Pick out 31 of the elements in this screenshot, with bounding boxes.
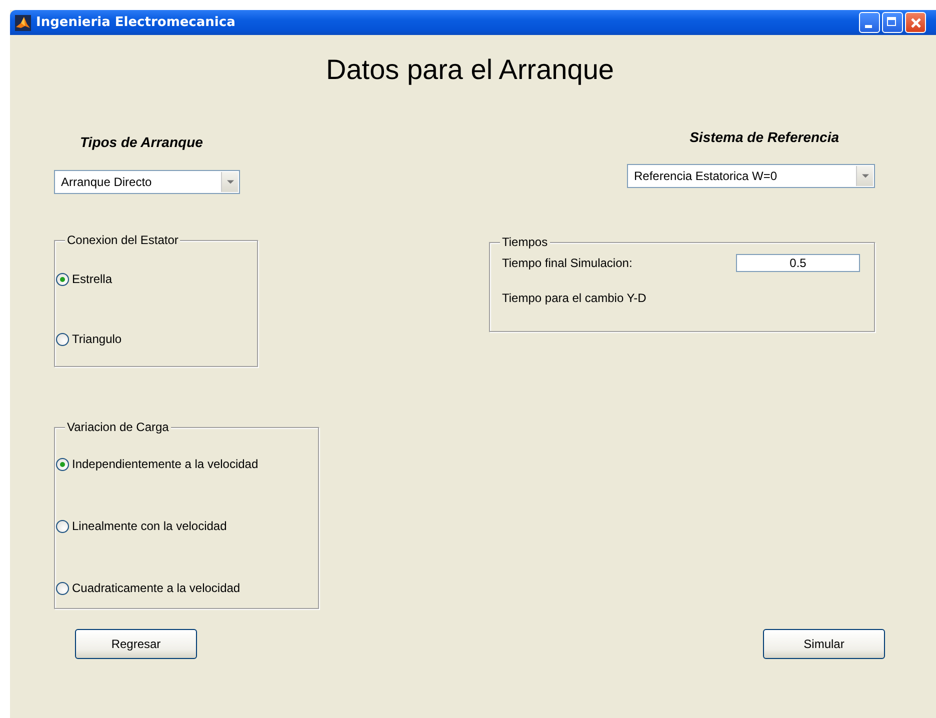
push-button[interactable]: Regresar bbox=[75, 629, 197, 659]
section-label: Tipos de Arranque bbox=[80, 133, 203, 152]
radio-option[interactable]: Estrella bbox=[55, 269, 112, 289]
minimize-button[interactable] bbox=[859, 12, 880, 33]
app-icon bbox=[15, 14, 31, 30]
input-field[interactable]: 0.5 bbox=[736, 254, 860, 272]
maximize-button[interactable] bbox=[882, 12, 903, 33]
radio-button-icon[interactable] bbox=[56, 272, 69, 286]
group-legend: Tiempos bbox=[500, 235, 550, 249]
group-legend: Variacion de Carga bbox=[65, 420, 171, 434]
section-label: Sistema de Referencia bbox=[690, 128, 839, 147]
radio-option[interactable]: Independientemente a la velocidad bbox=[55, 454, 258, 474]
dropdown-arrow-icon bbox=[862, 174, 868, 178]
radio-option[interactable]: Linealmente con la velocidad bbox=[55, 516, 227, 536]
window-title: Ingenieria Electromecanica bbox=[36, 15, 236, 30]
reference-dropdown[interactable]: Referencia Estatorica W=0 bbox=[627, 164, 875, 188]
dropdown-arrow-icon bbox=[226, 180, 234, 184]
close-icon bbox=[910, 16, 922, 28]
close-button[interactable] bbox=[905, 12, 926, 33]
start-type-dropdown[interactable]: Arranque Directo bbox=[54, 170, 240, 194]
radio-option[interactable]: Cuadraticamente a la velocidad bbox=[55, 578, 240, 598]
field-label: Tiempo para el cambio Y-D bbox=[502, 291, 646, 305]
radio-button-icon[interactable] bbox=[56, 458, 69, 470]
radio-button-icon[interactable] bbox=[56, 332, 69, 346]
group-legend: Conexion del Estator bbox=[65, 233, 180, 247]
page-heading: Datos para el Arranque bbox=[325, 53, 615, 87]
field-label: Tiempo final Simulacion: bbox=[502, 256, 632, 270]
push-button[interactable]: Simular bbox=[763, 629, 885, 659]
radio-button-icon[interactable] bbox=[56, 520, 69, 532]
radio-button-icon[interactable] bbox=[56, 582, 69, 594]
radio-option[interactable]: Triangulo bbox=[55, 329, 122, 349]
